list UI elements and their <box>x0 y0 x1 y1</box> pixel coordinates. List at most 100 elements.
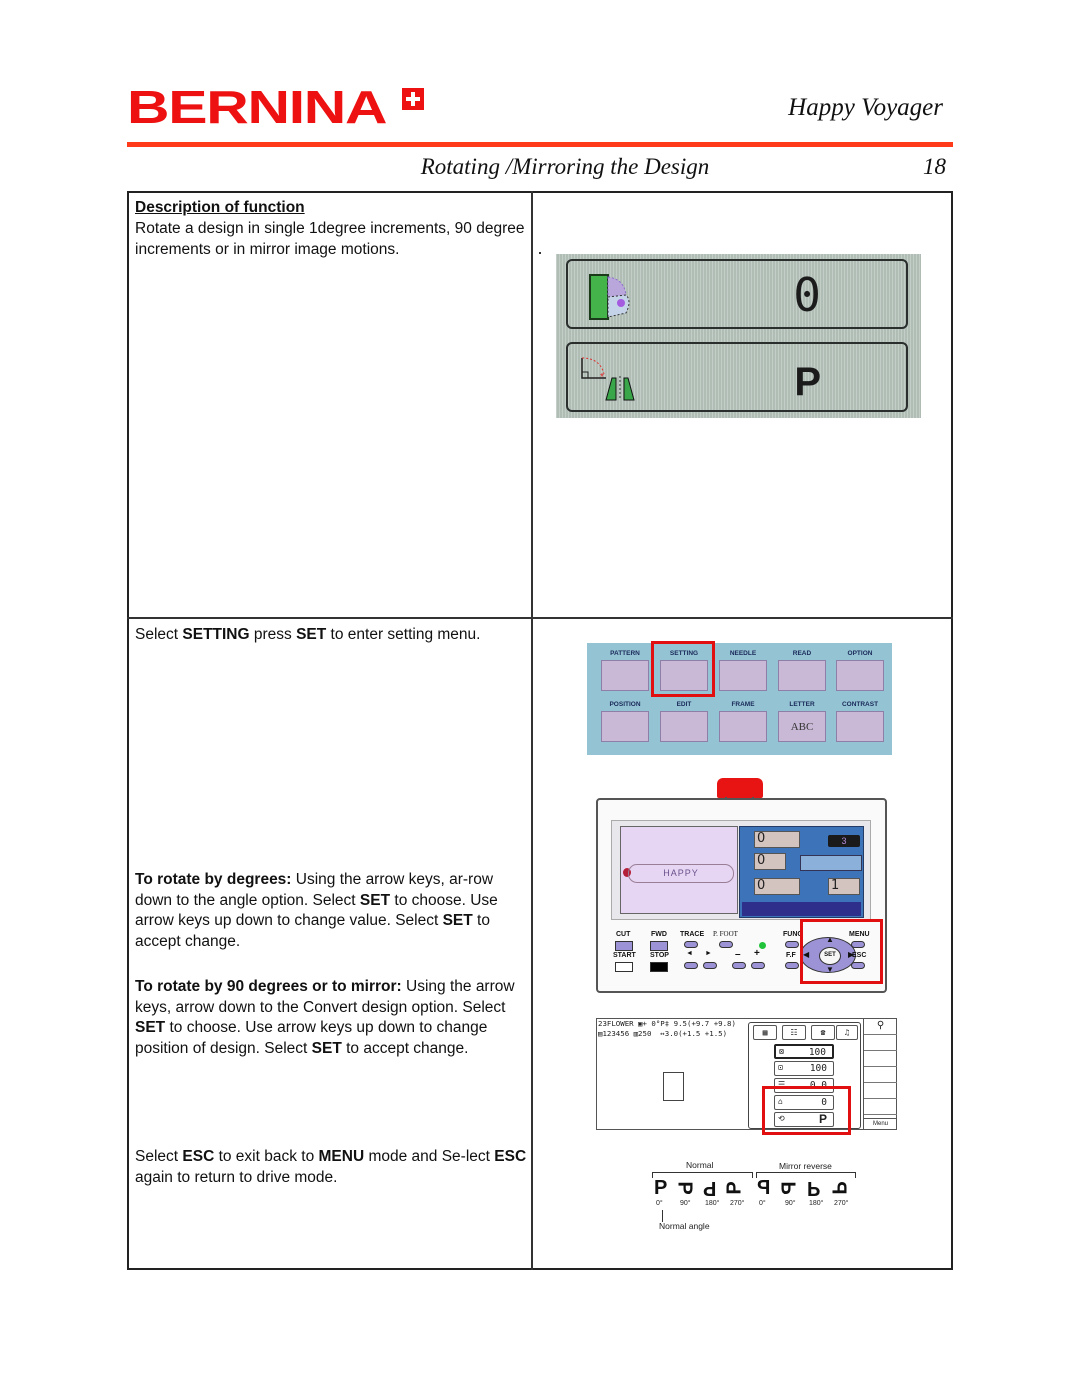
pfoot-label: P. FOOT <box>713 930 738 938</box>
tab-call-icon[interactable]: ☎ <box>811 1025 835 1040</box>
edit-icon <box>660 711 708 742</box>
swiss-cross-icon <box>402 88 424 110</box>
needle-bar-icons <box>800 855 862 871</box>
frame-icon <box>719 711 767 742</box>
stop-button[interactable] <box>650 962 668 972</box>
side-buttons: ⚲ Menu <box>863 1019 897 1129</box>
orientation-degree-label: 180° <box>809 1200 824 1207</box>
stop-label: STOP <box>650 952 669 959</box>
left-arrow-icon: ◄ <box>686 950 693 957</box>
mirror-reverse-label: Mirror reverse <box>779 1161 832 1171</box>
table-row-divider <box>127 617 953 619</box>
orientation-glyph: P <box>807 1177 821 1199</box>
menu-item-letter[interactable]: LETTER ABC <box>774 700 830 742</box>
right-button[interactable] <box>703 962 717 969</box>
orientation-degree-label: 90° <box>785 1200 796 1207</box>
orientation-degree-label: 0° <box>759 1200 766 1207</box>
settings-row-scale-y[interactable]: ⊡ 100 <box>774 1061 834 1076</box>
menu-item-option[interactable]: OPTION <box>832 649 888 691</box>
product-name: Happy Voyager <box>788 94 943 121</box>
scale-y-icon: ⊡ <box>778 1063 783 1072</box>
bernina-logo: BERNINA <box>127 84 424 130</box>
instruction-exit: Select ESC to exit back to MENU mode and… <box>135 1148 527 1186</box>
side-button[interactable] <box>864 1099 897 1115</box>
trace-button[interactable] <box>684 941 698 948</box>
side-button[interactable] <box>864 1067 897 1083</box>
menu-item-contrast[interactable]: CONTRAST <box>832 700 888 742</box>
settings-screen: 23FLOWER ▣+ 0°P‡ 9.5(+9.7 +9.8) ▤123456 … <box>596 1018 897 1130</box>
menu-item-pattern[interactable]: PATTERN <box>597 649 653 691</box>
letter-icon: ABC <box>778 711 826 742</box>
minus-button[interactable] <box>732 962 746 969</box>
plus-button[interactable] <box>751 962 765 969</box>
orientation-glyph: P <box>703 1177 717 1199</box>
orientation-glyph: P <box>778 1181 801 1195</box>
ff-label: F.F <box>786 952 796 959</box>
ff-button[interactable] <box>785 962 799 969</box>
pattern-icon <box>601 660 649 691</box>
menu-item-label: OPTION <box>847 650 873 657</box>
instruction-rotate-degrees: To rotate by degrees: Using the arrow ke… <box>135 871 498 950</box>
fwd-label: FWD <box>651 931 667 938</box>
brand-name: BERNINA <box>127 81 388 133</box>
header-rule <box>127 142 953 147</box>
search-icon[interactable]: ⚲ <box>864 1019 897 1035</box>
side-menu-label[interactable]: Menu <box>864 1118 897 1129</box>
stray-dot <box>539 252 541 254</box>
angle-value: 0 <box>793 268 821 322</box>
emergency-stop-button[interactable] <box>717 778 763 798</box>
cut-button[interactable] <box>615 941 633 951</box>
pfoot-button[interactable] <box>719 941 733 948</box>
normal-label: Normal <box>686 1160 714 1170</box>
menu-item-label: POSITION <box>609 701 641 708</box>
status-led <box>759 942 766 949</box>
repeat-field: 1 <box>828 878 860 895</box>
settings-row-value: 100 <box>809 1063 827 1074</box>
func-button[interactable] <box>785 941 799 948</box>
contrast-icon <box>836 711 884 742</box>
menu-item-needle[interactable]: NEEDLE <box>715 649 771 691</box>
tab-settings-icon[interactable]: ▦ <box>753 1025 777 1040</box>
menu-item-read[interactable]: READ <box>774 649 830 691</box>
settings-row-scale-x[interactable]: ⊠ 100 <box>774 1044 834 1059</box>
menu-item-frame[interactable]: FRAME <box>715 700 771 742</box>
orientation-glyph: P <box>673 1181 696 1195</box>
page-number: 18 <box>923 154 946 179</box>
orientation-glyph: P <box>827 1181 850 1195</box>
highlight-arrow-keys <box>800 919 883 984</box>
convert-mirror-icon: * <box>581 357 635 401</box>
menu-item-edit[interactable]: EDIT <box>656 700 712 742</box>
orientation-degree-label: 270° <box>834 1200 849 1207</box>
panel-status-display: 0 3 0 0 1 <box>739 826 864 918</box>
right-arrow-icon: ► <box>705 950 712 957</box>
orientation-glyph: P <box>654 1177 668 1199</box>
start-label: START <box>613 952 636 959</box>
section-title: Rotating /Mirroring the Design <box>420 154 710 179</box>
design-name: HAPPY <box>628 864 734 883</box>
side-button[interactable] <box>864 1083 897 1099</box>
main-menu-screen: PATTERN SETTING NEEDLE READ OPTION POSITION ED… <box>587 641 892 755</box>
instruction-select-setting: Select SETTING press SET to enter settin… <box>135 626 481 643</box>
menu-item-label: EDIT <box>676 701 692 708</box>
normal-angle-label: Normal angle <box>659 1221 710 1231</box>
side-button[interactable] <box>864 1035 897 1051</box>
tab-layout-icon[interactable]: ☷ <box>782 1025 806 1040</box>
thread-field: 0 <box>754 878 800 895</box>
settings-row-value: 100 <box>808 1047 826 1058</box>
tab-bell-icon[interactable]: ♫ <box>836 1025 858 1040</box>
design-preview-box <box>663 1072 684 1101</box>
cut-label: CUT <box>616 931 631 938</box>
read-icon <box>778 660 826 691</box>
side-button[interactable] <box>864 1051 897 1067</box>
panel-design-preview: HAPPY <box>620 826 738 914</box>
start-button[interactable] <box>615 962 633 972</box>
rotate-angle-icon <box>589 274 630 320</box>
stitch-count-field: 0 <box>754 831 800 848</box>
menu-item-label: FRAME <box>731 701 755 708</box>
orientation-degree-label: 90° <box>680 1200 691 1207</box>
orientation-glyph: P <box>757 1177 771 1199</box>
menu-item-position[interactable]: POSITION <box>597 700 653 742</box>
convert-value: P <box>794 360 821 404</box>
left-button[interactable] <box>684 962 698 969</box>
fwd-button[interactable] <box>650 941 668 951</box>
